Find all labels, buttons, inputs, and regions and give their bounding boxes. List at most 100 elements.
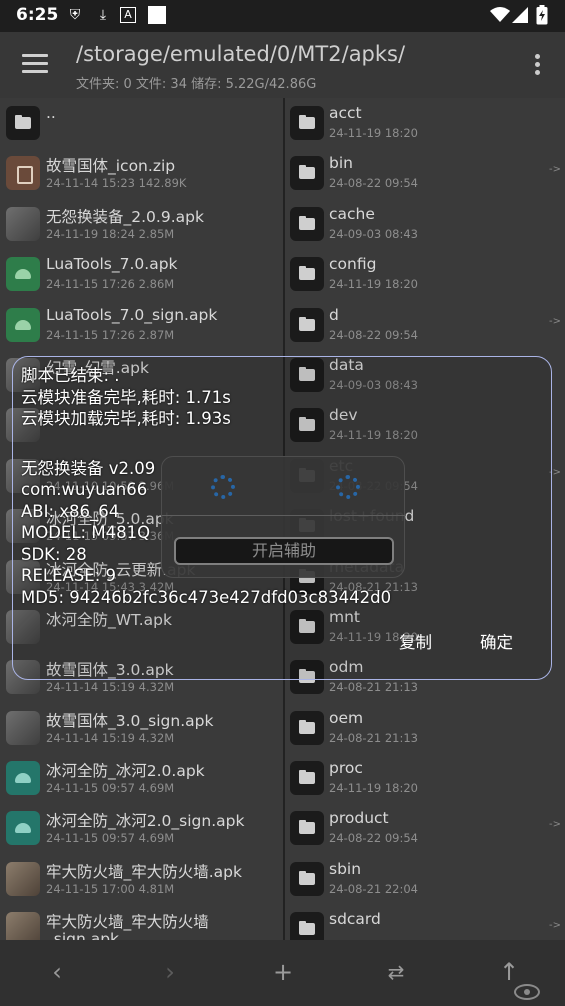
folder-name: d [329,305,339,324]
folder-name: oem [329,708,364,727]
log-line: 云模块加载完毕,耗时: 1.93s [21,409,231,428]
folder-meta: 24-08-22 09:54 [329,831,418,846]
folder-row[interactable]: sbin 24-08-21 22:04 [285,854,565,904]
forward-icon[interactable]: › [155,958,185,986]
wifi-icon [490,7,510,22]
folder-icon [290,710,324,745]
ok-button[interactable]: 确定 [480,629,513,653]
file-row[interactable]: 故雪国体_3.0_sign.apk 24-11-14 15:19 4.32M [0,703,283,753]
file-row[interactable]: LuaTools_7.0.apk 24-11-15 17:26 2.86M [0,249,283,299]
android-icon [6,761,40,796]
file-name: .. [46,104,56,122]
keyboard-a-icon: A [120,7,136,23]
file-meta: 24-11-15 17:26 2.87M [46,327,175,342]
folder-row[interactable]: d 24-08-22 09:54 -> [285,300,565,350]
folder-row[interactable]: config 24-11-19 18:20 [285,249,565,299]
add-icon[interactable]: + [268,958,298,986]
folder-meta: 24-08-22 09:54 [329,327,418,342]
folder-icon [6,106,40,140]
file-meta: 24-11-15 17:26 2.86M [46,277,175,292]
info-line: 无怨换装备 v2.09 [21,458,156,478]
folder-icon [290,156,324,191]
file-row[interactable]: 故雪国体_icon.zip 24-11-14 15:23 142.89K [0,148,283,198]
folder-meta: 24-09-03 08:43 [329,226,418,241]
file-meta: 24-11-15 09:57 4.69M [46,781,175,796]
script-log-overlay: 脚本已结束: . 云模块准备完毕,耗时: 1.71s 云模块加载完毕,耗时: 1.9… [12,356,552,680]
file-name-line2: _sign.apk [46,930,120,940]
folder-row[interactable]: oem 24-08-21 21:13 [285,703,565,753]
zip-icon [6,156,40,191]
info-line: RELEASE: 9 [21,566,116,585]
file-meta: 24-11-19 18:24 2.85M [46,226,175,241]
folder-row[interactable]: cache 24-09-03 08:43 [285,199,565,249]
copy-button[interactable]: 复制 [399,629,432,653]
symlink-arrow: -> [549,920,561,932]
file-meta: 24-11-14 15:19 4.32M [46,680,175,695]
folder-name: config [329,255,377,274]
file-name: 故雪国体_3.0_sign.apk [46,711,214,730]
folder-meta: 24-08-22 09:54 [329,176,418,191]
shield-icon: ⛨ [69,7,81,23]
android-icon [6,307,40,342]
file-row[interactable]: 冰河全防_冰河2.0.apk 24-11-15 09:57 4.69M [0,753,283,803]
log-gap [21,430,391,458]
folder-icon [290,257,324,292]
download-icon: ⤓ [99,7,107,23]
folder-meta: 24-08-21 21:13 [329,680,418,695]
file-meta: 24-11-15 17:00 4.81M [46,881,175,896]
info-line: com.wuyuan66 [21,480,148,499]
log-line: 脚本已结束: . [21,366,120,385]
more-options-icon[interactable] [535,54,541,78]
android-icon [6,257,40,292]
file-row[interactable]: 牢大防火墙_牢大防火墙_sign.apk24-11-15 17:00 4.83M [0,904,283,940]
swap-icon[interactable]: ⇄ [381,960,411,984]
folder-meta: 24-08-21 21:13 [329,730,418,745]
folder-icon [290,307,324,342]
folder-name: cache [329,204,375,223]
file-row[interactable]: .. [0,98,283,148]
battery-icon [536,5,548,25]
folder-row[interactable]: bin 24-08-22 09:54 -> [285,148,565,198]
folder-icon [290,912,324,940]
info-line: SDK: 28 [21,544,87,564]
eye-icon[interactable] [514,984,540,1000]
file-row[interactable]: 冰河全防_冰河2.0_sign.apk 24-11-15 09:57 4.69M [0,803,283,853]
back-icon[interactable]: ‹ [42,958,72,986]
file-name: 牢大防火墙_牢大防火墙 [46,913,209,932]
folder-meta: 24-11-19 18:20 [329,277,418,292]
photo-icon [6,912,40,940]
android-icon [6,811,40,846]
folder-row[interactable]: product 24-08-22 09:54 -> [285,803,565,853]
status-bar: 6:25 ⛨ ⤓ A [0,0,565,32]
photo-icon [6,206,40,241]
folder-row[interactable]: acct 24-11-19 18:20 [285,98,565,148]
info-line: MODEL: M481Q [21,523,151,542]
folder-name: sdcard [329,910,381,929]
hamburger-menu-icon[interactable] [22,54,48,74]
symlink-arrow: -> [549,164,561,176]
info-line: ABI: x86_64 [21,501,120,521]
storage-stats: 文件夹: 0 文件: 34 储存: 5.22G/42.86G [76,77,317,92]
file-row[interactable]: 牢大防火墙_牢大防火墙.apk 24-11-15 17:00 4.81M [0,854,283,904]
file-name: LuaTools_7.0.apk [46,255,178,274]
folder-icon [290,861,324,896]
folder-icon [290,761,324,796]
file-name: 冰河全防_冰河2.0_sign.apk [46,812,245,831]
square-icon [148,6,166,24]
symlink-arrow: -> [549,819,561,831]
folder-row[interactable]: proc 24-11-19 18:20 [285,753,565,803]
file-name: 故雪国体_icon.zip [46,157,176,176]
folder-meta: 24-08-21 22:04 [329,881,418,896]
photo-icon [6,861,40,896]
folder-row[interactable]: sdcard -> [285,904,565,940]
file-name: 牢大防火墙_牢大防火墙.apk [46,862,242,881]
folder-meta: 24-11-19 18:20 [329,781,418,796]
app-bar: /storage/emulated/0/MT2/apks/ 文件夹: 0 文件:… [0,32,565,98]
file-name: 冰河全防_冰河2.0.apk [46,762,205,781]
folder-icon [290,206,324,241]
screen: 6:25 ⛨ ⤓ A /storage/emulated/0/MT2/apks/… [0,0,565,1006]
file-row[interactable]: 无怨换装备_2.0.9.apk 24-11-19 18:24 2.85M [0,199,283,249]
folder-name: proc [329,759,363,778]
up-icon[interactable]: ↑ [494,958,524,986]
file-row[interactable]: LuaTools_7.0_sign.apk 24-11-15 17:26 2.87… [0,300,283,350]
